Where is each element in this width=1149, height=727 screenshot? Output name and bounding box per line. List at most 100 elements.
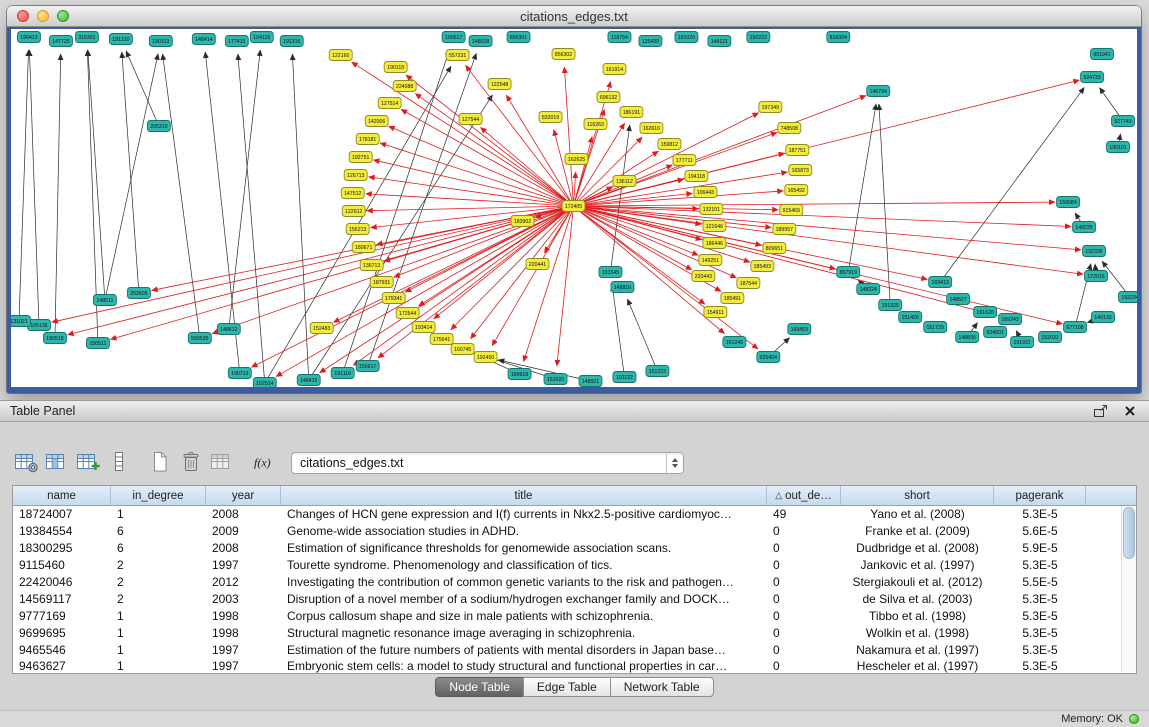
table-row[interactable]: 946554611997Estimation of the future num…: [13, 641, 1121, 658]
network-node[interactable]: 856302: [552, 49, 575, 60]
network-node[interactable]: 224088: [393, 81, 416, 92]
network-node[interactable]: 149235: [1073, 222, 1096, 233]
network-node[interactable]: 191116: [331, 368, 354, 379]
network-node[interactable]: 191325: [879, 300, 902, 311]
close-window-button[interactable]: [17, 10, 29, 22]
network-node[interactable]: 191122: [613, 372, 636, 383]
column-header-short[interactable]: short: [841, 486, 994, 505]
network-node[interactable]: 190617: [442, 32, 465, 43]
table-row[interactable]: 911546021997Tourette syndrome. Phenomeno…: [13, 557, 1121, 574]
network-node[interactable]: 159984: [1057, 197, 1080, 208]
new-file-icon[interactable]: [146, 450, 174, 476]
network-node[interactable]: 142006: [365, 116, 388, 127]
network-node[interactable]: 191545: [599, 267, 622, 278]
browse-columns-icon[interactable]: [43, 450, 71, 476]
network-node[interactable]: 147512: [341, 188, 364, 199]
network-node[interactable]: 160745: [451, 344, 474, 355]
network-node[interactable]: 122612: [342, 206, 365, 217]
network-node[interactable]: 149251: [699, 255, 722, 266]
network-node[interactable]: 220441: [526, 259, 549, 270]
minimize-window-button[interactable]: [37, 10, 49, 22]
network-node[interactable]: 116263: [584, 119, 607, 130]
network-node[interactable]: 172544: [396, 308, 419, 319]
tab-network-table[interactable]: Network Table: [610, 677, 714, 697]
network-node[interactable]: 915469: [780, 205, 803, 216]
network-node[interactable]: 154911: [704, 307, 727, 318]
network-node[interactable]: 127544: [459, 114, 482, 125]
network-node[interactable]: 192336: [1083, 246, 1106, 257]
import-table-icon[interactable]: [208, 450, 236, 476]
network-node[interactable]: 183902: [511, 216, 534, 227]
network-node[interactable]: 118754: [608, 32, 631, 43]
table-row[interactable]: 1456911722003Disruption of a novel membe…: [13, 590, 1121, 607]
network-node[interactable]: 169243: [999, 314, 1022, 325]
tab-node-table[interactable]: Node Table: [435, 677, 524, 697]
column-header-name[interactable]: name: [13, 486, 111, 505]
network-node[interactable]: 178181: [356, 134, 379, 145]
network-node[interactable]: 925404: [757, 352, 780, 363]
network-window-titlebar[interactable]: citations_edges.txt: [7, 6, 1141, 27]
network-node[interactable]: 104115: [250, 32, 273, 43]
network-node[interactable]: 105135: [27, 320, 50, 331]
network-node[interactable]: 181310: [109, 34, 132, 45]
create-column-icon[interactable]: [74, 450, 102, 476]
column-header-in_degree[interactable]: in_degree: [111, 486, 206, 505]
network-node[interactable]: 159812: [658, 139, 681, 150]
network-node[interactable]: 185491: [721, 293, 744, 304]
network-node[interactable]: 179341: [382, 293, 405, 304]
network-node[interactable]: 190919: [508, 369, 531, 380]
network-node[interactable]: 156213: [346, 224, 369, 235]
network-node[interactable]: 148018: [469, 36, 492, 47]
network-node[interactable]: 148414: [192, 34, 215, 45]
network-node[interactable]: 191628: [974, 307, 997, 318]
table-row[interactable]: 1872400712008Changes of HCN gene express…: [13, 506, 1121, 523]
table-settings-icon[interactable]: [12, 450, 40, 476]
network-node[interactable]: 161245: [723, 337, 746, 348]
network-node[interactable]: 165873: [789, 165, 812, 176]
network-node[interactable]: 148511: [93, 295, 116, 306]
table-vertical-scrollbar[interactable]: [1121, 506, 1136, 673]
table-row[interactable]: 969969511998Structural magnetic resonanc…: [13, 624, 1121, 641]
network-node[interactable]: 169413: [929, 277, 952, 288]
network-node[interactable]: 856301: [507, 32, 530, 43]
network-node[interactable]: 169453: [788, 324, 811, 335]
network-node[interactable]: 951941: [1091, 49, 1114, 60]
network-node[interactable]: 151020: [544, 374, 567, 385]
network-node[interactable]: 867919: [837, 267, 860, 278]
network-node[interactable]: 136112: [613, 176, 636, 187]
network-node[interactable]: 148121: [708, 36, 731, 47]
network-node[interactable]: 190518: [43, 333, 66, 344]
zoom-window-button[interactable]: [57, 10, 69, 22]
network-node[interactable]: 927743: [1112, 116, 1135, 127]
network-node[interactable]: 194118: [685, 171, 708, 182]
network-node[interactable]: 190313: [149, 36, 172, 47]
table-row[interactable]: 2242004622012Investigating the contribut…: [13, 574, 1121, 591]
network-node[interactable]: 818304: [827, 32, 850, 43]
float-panel-icon[interactable]: [1091, 403, 1109, 419]
column-header-title[interactable]: title: [281, 486, 767, 505]
network-node[interactable]: 106443: [694, 187, 717, 198]
column-header-year[interactable]: year: [206, 486, 281, 505]
network-node[interactable]: 177711: [673, 155, 696, 166]
network-node[interactable]: 186191: [620, 107, 643, 118]
network-node[interactable]: 696132: [597, 92, 620, 103]
network-node[interactable]: 121646: [703, 221, 726, 232]
network-node[interactable]: 185493: [751, 261, 774, 272]
function-builder-icon[interactable]: f(x): [249, 450, 277, 476]
network-node[interactable]: 252605: [127, 288, 150, 299]
network-node[interactable]: 151426: [899, 312, 922, 323]
network-node[interactable]: 187544: [737, 278, 760, 289]
network-node[interactable]: 165492: [785, 185, 808, 196]
network-node[interactable]: 161914: [603, 64, 626, 75]
network-node[interactable]: 177415: [225, 36, 248, 47]
network-node[interactable]: 832019: [539, 112, 562, 123]
network-node[interactable]: 190713: [228, 368, 251, 379]
network-node[interactable]: 149133: [1092, 312, 1115, 323]
network-node[interactable]: 220443: [692, 271, 715, 282]
network-node[interactable]: 147726: [49, 36, 72, 47]
row-view-icon[interactable]: [105, 450, 133, 476]
network-node[interactable]: 150511: [86, 338, 109, 349]
network-selector[interactable]: citations_edges.txt: [291, 452, 684, 474]
network-node[interactable]: 148612: [217, 324, 240, 335]
table-row[interactable]: 946362711997Embryonic stem cells: a mode…: [13, 658, 1121, 673]
